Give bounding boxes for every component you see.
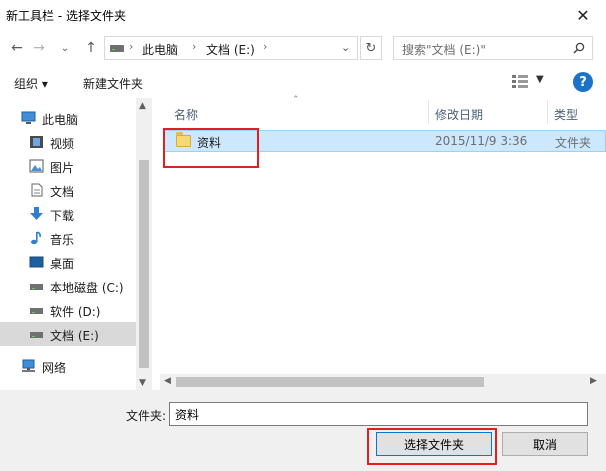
file-list: 名称 ⌃ 修改日期 类型 资料 2015/11/9 3:36 文件夹 (160, 95, 606, 390)
scrollbar-thumb[interactable] (176, 377, 484, 387)
scroll-right-icon[interactable]: ▶ (590, 376, 597, 386)
sidebar-item-desktop[interactable]: 桌面 (0, 250, 136, 274)
scrollbar-thumb[interactable] (139, 160, 149, 368)
sidebar-item-drive-d[interactable]: 软件 (D:) (0, 298, 136, 322)
search-placeholder: 搜索"文档 (E:)" (402, 43, 486, 57)
address-dropdown-icon[interactable]: ⌄ (341, 41, 350, 54)
breadcrumb-separator-icon[interactable]: › (129, 40, 133, 53)
command-toolbar: 组织 ▾ 新建文件夹 ▼ ? (0, 66, 606, 98)
sidebar-item-pictures[interactable]: 图片 (0, 154, 136, 178)
sidebar-item-label: 软件 (D:) (50, 305, 101, 319)
sort-ascending-icon: ⌃ (292, 95, 300, 105)
table-row[interactable]: 资料 2015/11/9 3:36 文件夹 (164, 130, 606, 152)
cancel-button[interactable]: 取消 (502, 432, 588, 456)
download-icon (30, 207, 43, 220)
sidebar-item-network[interactable]: 网络 (0, 354, 136, 378)
sidebar-item-label: 图片 (50, 161, 75, 175)
new-folder-button[interactable]: 新建文件夹 (83, 75, 143, 92)
breadcrumb-separator-icon[interactable]: › (192, 40, 196, 53)
column-header-name[interactable]: 名称 ⌃ (160, 95, 428, 126)
scroll-left-icon[interactable]: ◀ (164, 376, 171, 386)
sidebar-item-label: 音乐 (50, 233, 75, 247)
video-icon (30, 136, 43, 148)
navigation-bar: ← → ⌄ ↑ › 此电脑 › 文档 (E:) › ⌄ ↻ 搜索"文档 (E:)… (0, 30, 606, 66)
drive-icon (110, 45, 124, 52)
column-header-label: 类型 (554, 108, 579, 122)
file-type: 文件夹 (555, 136, 592, 150)
recent-locations-chevron-icon[interactable]: ⌄ (56, 39, 74, 57)
folder-field-label: 文件夹: (126, 409, 167, 423)
sidebar-item-label: 视频 (50, 137, 75, 151)
sidebar-item-label: 桌面 (50, 257, 75, 271)
view-dropdown-icon[interactable]: ▼ (536, 74, 544, 85)
view-options-icon[interactable] (512, 75, 528, 89)
drive-icon (30, 308, 43, 314)
sidebar-item-label: 本地磁盘 (C:) (50, 281, 124, 295)
search-icon (573, 42, 585, 54)
title-bar: 新工具栏 - 选择文件夹 ✕ (0, 0, 606, 30)
scroll-up-icon[interactable]: ▲ (139, 101, 146, 111)
folder-icon (176, 132, 191, 147)
column-header-label: 名称 (174, 108, 199, 122)
back-arrow-icon[interactable]: ← (8, 39, 26, 57)
close-button[interactable]: ✕ (560, 0, 606, 30)
file-modified: 2015/11/9 3:36 (435, 134, 528, 148)
sidebar-item-label: 文档 (E:) (50, 329, 99, 343)
navigation-scrollbar[interactable]: ▲ ▼ (136, 98, 152, 390)
breadcrumb-separator-icon[interactable]: › (263, 40, 267, 53)
up-arrow-icon[interactable]: ↑ (82, 39, 100, 57)
column-header-modified[interactable]: 修改日期 (429, 98, 547, 126)
column-header-type[interactable]: 类型 (548, 98, 606, 126)
window-title: 新工具栏 - 选择文件夹 (6, 9, 126, 23)
music-icon (31, 231, 42, 245)
navigation-pane: 此电脑 视频 图片 文档 下载 音乐 桌面 本地磁盘 (C:) 软件 (D:) … (0, 98, 152, 390)
desktop-icon (29, 256, 44, 268)
breadcrumb-drive-e[interactable]: 文档 (E:) (206, 41, 255, 58)
file-name: 资料 (197, 136, 222, 150)
drive-icon (30, 284, 43, 290)
address-bar[interactable]: › 此电脑 › 文档 (E:) › ⌄ (104, 36, 358, 60)
computer-icon (21, 111, 36, 124)
horizontal-scrollbar[interactable]: ◀ ▶ (160, 374, 606, 390)
scroll-down-icon[interactable]: ▼ (139, 378, 146, 388)
sidebar-item-label: 网络 (42, 361, 67, 375)
sidebar-item-this-pc[interactable]: 此电脑 (0, 106, 136, 130)
sidebar-item-drive-c[interactable]: 本地磁盘 (C:) (0, 274, 136, 298)
sidebar-item-downloads[interactable]: 下载 (0, 202, 136, 226)
pictures-icon (29, 159, 44, 173)
sidebar-item-videos[interactable]: 视频 (0, 130, 136, 154)
help-icon[interactable]: ? (573, 72, 593, 92)
column-header-label: 修改日期 (435, 108, 484, 122)
search-input[interactable]: 搜索"文档 (E:)" (393, 36, 593, 60)
folder-name-field[interactable] (169, 402, 588, 426)
sidebar-item-drive-e[interactable]: 文档 (E:) (0, 322, 136, 346)
dialog-footer: 文件夹: 选择文件夹 取消 (0, 390, 606, 471)
sidebar-item-music[interactable]: 音乐 (0, 226, 136, 250)
refresh-button[interactable]: ↻ (360, 36, 382, 60)
sidebar-item-documents[interactable]: 文档 (0, 178, 136, 202)
forward-arrow-icon[interactable]: → (30, 39, 48, 57)
network-icon (22, 359, 35, 372)
sidebar-item-label: 此电脑 (42, 113, 79, 127)
sidebar-item-label: 文档 (50, 185, 75, 199)
documents-icon (31, 183, 43, 197)
drive-icon (30, 332, 43, 338)
select-folder-button[interactable]: 选择文件夹 (376, 432, 492, 456)
organize-menu[interactable]: 组织 ▾ (14, 75, 48, 92)
sidebar-item-label: 下载 (50, 209, 75, 223)
breadcrumb-this-pc[interactable]: 此电脑 (142, 41, 178, 58)
